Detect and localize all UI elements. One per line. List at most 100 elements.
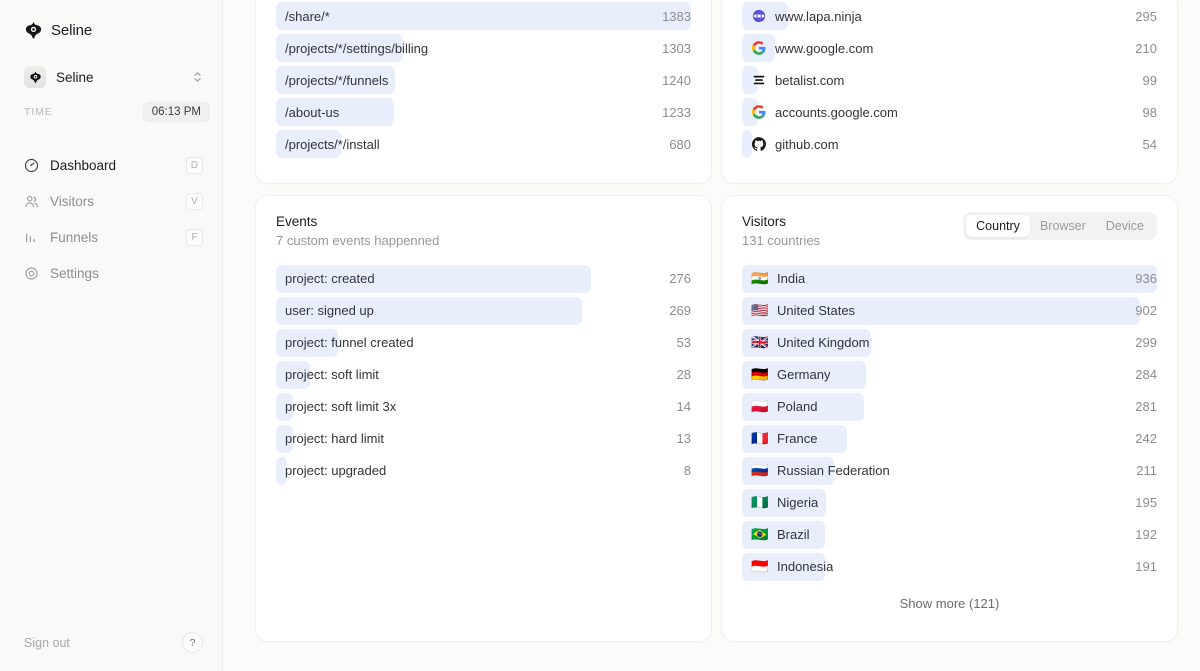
row-label: project: soft limit xyxy=(285,367,379,383)
country-row[interactable]: 🇺🇸 United States 902 xyxy=(742,295,1157,327)
row-value: 192 xyxy=(1135,527,1157,543)
sidebar-item-label: Settings xyxy=(50,265,99,281)
sidebar-item-visitors[interactable]: Visitors V xyxy=(17,186,210,216)
event-row[interactable]: project: funnel created 53 xyxy=(276,327,691,359)
country-row[interactable]: 🇵🇱 Poland 281 xyxy=(742,391,1157,423)
betalist-favicon xyxy=(751,73,766,88)
row-left: project: upgraded xyxy=(276,463,672,478)
row-left: 🇩🇪 Germany xyxy=(742,367,1123,382)
row-label: project: created xyxy=(285,271,375,287)
event-row[interactable]: project: soft limit 28 xyxy=(276,359,691,391)
country-row[interactable]: 🇮🇩 Indonesia 191 xyxy=(742,551,1157,583)
row-left: www.lapa.ninja xyxy=(742,9,1123,24)
row-left: /projects/*/funnels xyxy=(276,73,650,88)
row-value: 14 xyxy=(676,399,691,415)
sidebar: Seline Seline TIME 06:13 PM Dashboard D … xyxy=(0,0,223,671)
country-row[interactable]: 🇷🇺 Russian Federation 211 xyxy=(742,455,1157,487)
row-value: 284 xyxy=(1135,367,1157,383)
country-row[interactable]: 🇫🇷 France 242 xyxy=(742,423,1157,455)
cards-grid: /share/* 1383/projects/*/settings/billing… xyxy=(255,0,1178,642)
project-switcher[interactable]: Seline xyxy=(17,61,210,93)
country-flag-icon: 🇮🇩 xyxy=(751,558,769,575)
sign-out-button[interactable]: Sign out xyxy=(24,636,70,650)
bar-chart-icon xyxy=(24,230,39,245)
event-row[interactable]: user: signed up 269 xyxy=(276,295,691,327)
event-row[interactable]: project: upgraded 8 xyxy=(276,455,691,487)
event-row[interactable]: project: hard limit 13 xyxy=(276,423,691,455)
country-row[interactable]: 🇧🇷 Brazil 192 xyxy=(742,519,1157,551)
referrer-row[interactable]: www.google.com 210 xyxy=(742,32,1157,64)
row-value: 8 xyxy=(683,463,691,479)
row-label: India xyxy=(777,271,806,287)
row-value: 902 xyxy=(1135,303,1157,319)
country-flag-icon: 🇬🇧 xyxy=(751,334,769,351)
visitors-card-subtitle: 131 countries xyxy=(742,233,821,249)
referrer-row[interactable]: www.lapa.ninja 295 xyxy=(742,0,1157,32)
row-left: 🇬🇧 United Kingdom xyxy=(742,335,1123,350)
referrer-row[interactable]: github.com 54 xyxy=(742,128,1157,160)
seline-logo-icon xyxy=(24,21,43,40)
row-value: 28 xyxy=(676,367,691,383)
events-rows: project: created 276 user: signed up 269 pro… xyxy=(276,263,691,487)
tab-country[interactable]: Country xyxy=(966,215,1030,237)
country-row[interactable]: 🇳🇬 Nigeria 195 xyxy=(742,487,1157,519)
show-more-button[interactable]: Show more (121) xyxy=(742,596,1157,611)
row-left: user: signed up xyxy=(276,303,657,318)
referrer-row[interactable]: betalist.com 99 xyxy=(742,64,1157,96)
main-content: /share/* 1383/projects/*/settings/billing… xyxy=(223,0,1200,671)
time-value[interactable]: 06:13 PM xyxy=(142,102,210,122)
row-value: 276 xyxy=(669,271,691,287)
row-left: project: soft limit 3x xyxy=(276,399,665,414)
row-label: France xyxy=(777,431,818,447)
top-page-row[interactable]: /share/* 1383 xyxy=(276,0,691,32)
row-label: Germany xyxy=(777,367,831,383)
events-card-title: Events xyxy=(276,214,318,229)
top-pages-rows: /share/* 1383/projects/*/settings/billing… xyxy=(276,0,691,160)
row-label: /projects/*/install xyxy=(285,136,380,152)
row-label: project: hard limit xyxy=(285,431,384,447)
country-flag-icon: 🇷🇺 xyxy=(751,462,769,479)
row-left: 🇵🇱 Poland xyxy=(742,399,1123,414)
sidebar-shortcut-funnels: F xyxy=(186,228,203,246)
sidebar-item-settings[interactable]: Settings xyxy=(17,258,210,288)
visitors-segmented-control: Country Browser Device xyxy=(963,212,1157,240)
brand[interactable]: Seline xyxy=(0,0,222,40)
row-label: www.lapa.ninja xyxy=(775,8,862,24)
row-label: Russian Federation xyxy=(777,463,890,479)
row-left: www.google.com xyxy=(742,41,1123,56)
help-icon[interactable]: ? xyxy=(182,632,203,653)
event-row[interactable]: project: created 276 xyxy=(276,263,691,295)
country-flag-icon: 🇮🇳 xyxy=(751,270,769,287)
row-value: 211 xyxy=(1136,463,1157,479)
country-row[interactable]: 🇩🇪 Germany 284 xyxy=(742,359,1157,391)
sidebar-item-funnels[interactable]: Funnels F xyxy=(17,222,210,252)
country-flag-icon: 🇵🇱 xyxy=(751,398,769,415)
top-page-row[interactable]: /about-us 1233 xyxy=(276,96,691,128)
event-row[interactable]: project: soft limit 3x 14 xyxy=(276,391,691,423)
row-value: 210 xyxy=(1135,40,1157,56)
tab-device[interactable]: Device xyxy=(1096,215,1154,237)
visitors-card: Visitors 131 countries Country Browser Dev… xyxy=(721,195,1178,642)
row-label: github.com xyxy=(775,136,839,152)
sidebar-shortcut-dashboard: D xyxy=(185,156,203,174)
top-page-row[interactable]: /projects/*/funnels 1240 xyxy=(276,64,691,96)
country-row[interactable]: 🇮🇳 India 936 xyxy=(742,263,1157,295)
target-icon xyxy=(24,266,39,281)
row-label: United States xyxy=(777,303,856,319)
gauge-icon xyxy=(24,158,39,173)
row-value: 54 xyxy=(1142,136,1157,152)
time-row: TIME 06:13 PM xyxy=(24,102,210,122)
row-label: Brazil xyxy=(777,527,810,543)
row-left: /projects/*/settings/billing xyxy=(276,41,650,56)
row-label: Indonesia xyxy=(777,559,834,575)
row-left: /projects/*/install xyxy=(276,137,657,152)
top-page-row[interactable]: /projects/*/settings/billing 1303 xyxy=(276,32,691,64)
top-page-row[interactable]: /projects/*/install 680 xyxy=(276,128,691,160)
tab-browser[interactable]: Browser xyxy=(1030,215,1096,237)
row-left: /about-us xyxy=(276,105,650,120)
sidebar-item-dashboard[interactable]: Dashboard D xyxy=(17,150,210,180)
sidebar-nav: Dashboard D Visitors V Funnels F Setting… xyxy=(0,150,222,288)
referrer-row[interactable]: accounts.google.com 98 xyxy=(742,96,1157,128)
row-value: 13 xyxy=(676,431,691,447)
country-row[interactable]: 🇬🇧 United Kingdom 299 xyxy=(742,327,1157,359)
